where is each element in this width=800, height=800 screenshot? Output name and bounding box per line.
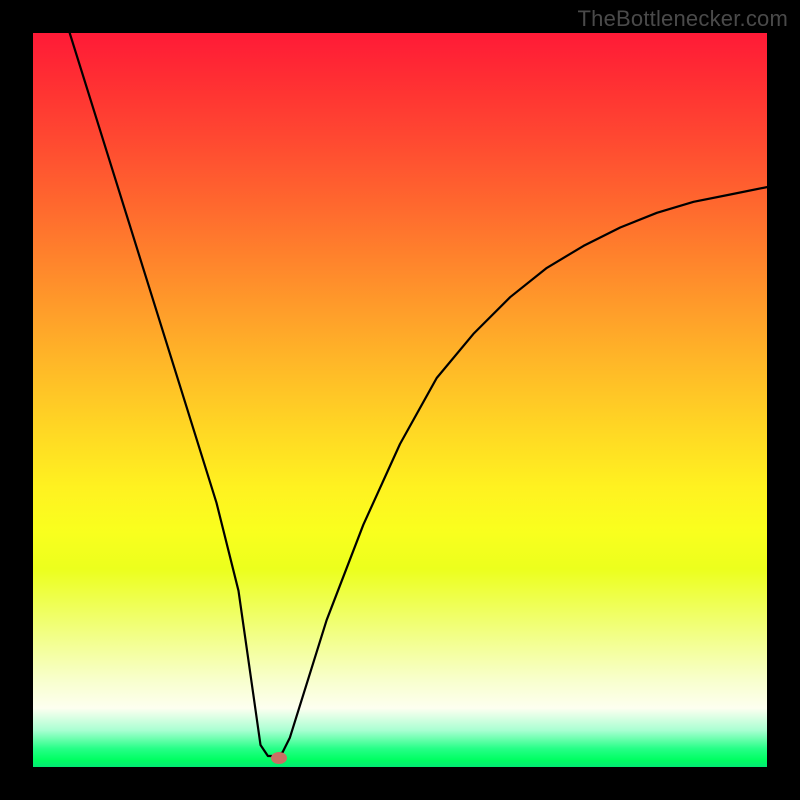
plot-area	[33, 33, 767, 767]
chart-frame: TheBottlenecker.com	[0, 0, 800, 800]
minimum-marker-icon	[271, 752, 287, 764]
bottleneck-curve	[33, 33, 767, 767]
watermark-label: TheBottlenecker.com	[578, 6, 788, 32]
